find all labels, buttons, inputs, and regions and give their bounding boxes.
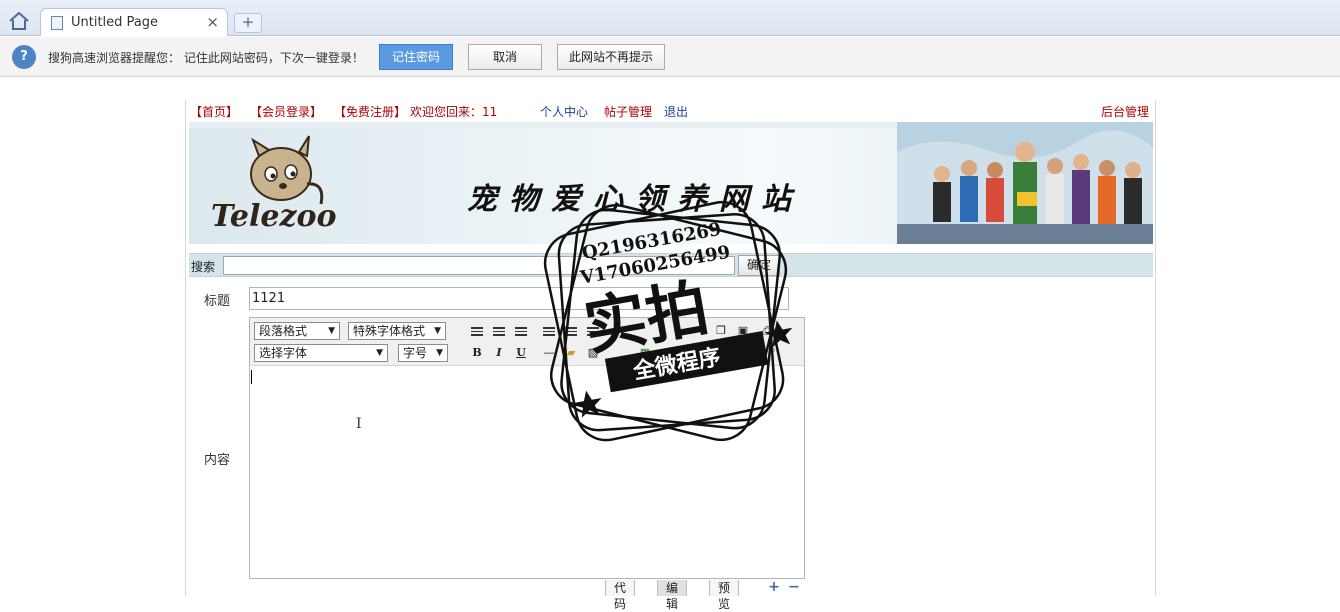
chevron-down-icon: ▼ (328, 326, 335, 336)
nav-login-link[interactable]: 【会员登录】 (250, 103, 322, 120)
help-icon[interactable]: ? (764, 344, 782, 362)
cancel-button[interactable]: 取消 (468, 44, 542, 70)
nav-profile-link[interactable]: 个人中心 (540, 103, 588, 120)
media-icon[interactable]: ▬ (716, 344, 734, 362)
horizontal-rule-icon[interactable]: — (540, 344, 558, 362)
link-icon[interactable]: ◉ (684, 344, 702, 362)
edit-mode-tab[interactable]: 编辑 (657, 580, 688, 611)
editor-content-area[interactable] (250, 367, 804, 578)
title-input[interactable]: 1121 (249, 287, 789, 310)
tab-title: Untitled Page (71, 15, 159, 30)
new-tab-button[interactable]: + (234, 13, 262, 33)
nav-logout-link[interactable]: 退出 (664, 103, 688, 120)
remember-password-button[interactable]: 记住密码 (379, 44, 453, 70)
code-mode-tab[interactable]: 代码 (605, 580, 636, 611)
special-font-select[interactable]: 特殊字体格式 ▼ (348, 322, 446, 340)
text-cursor-icon: I (356, 416, 362, 432)
font-size-value: 字号 (403, 346, 428, 360)
chevron-down-icon: ▼ (434, 326, 441, 336)
rich-text-editor: 段落格式 ▼ 特殊字体格式 ▼ 选择字体 ▼ 字号 ▼ ✂ ❐ ▣ ⎙ B I U (249, 317, 805, 579)
chevron-down-icon: ▼ (436, 348, 443, 358)
search-bar: 搜索 确定 (189, 253, 1153, 277)
paragraph-format-select[interactable]: 段落格式 ▼ (254, 322, 340, 340)
bullet-list-icon[interactable] (540, 322, 558, 340)
font-family-select[interactable]: 选择字体 ▼ (254, 344, 388, 362)
cut-icon[interactable]: ✂ (690, 322, 708, 340)
copy-icon[interactable]: ❐ (712, 322, 730, 340)
nav-home-link[interactable]: 【首页】 (190, 103, 238, 120)
page-icon (51, 16, 63, 30)
zoom-out-icon[interactable]: − (787, 580, 801, 595)
underline-button[interactable]: U (512, 344, 530, 362)
home-icon[interactable] (8, 11, 30, 31)
search-input[interactable] (223, 256, 735, 275)
site-banner: Telezoo 宠物爱心领养网站 (189, 122, 1153, 244)
font-size-select[interactable]: 字号 ▼ (398, 344, 448, 362)
search-submit-button[interactable]: 确定 (738, 255, 780, 276)
outdent-icon[interactable] (584, 322, 602, 340)
nav-admin-link[interactable]: 后台管理 (1101, 103, 1149, 120)
font-family-value: 选择字体 (259, 346, 308, 360)
page-content: 【首页】 【会员登录】 【免费注册】 欢迎您回来：11 个人中心 帖子管理 退出… (185, 100, 1156, 611)
preview-mode-tab[interactable]: 预览 (709, 580, 740, 611)
align-right-icon[interactable] (512, 322, 530, 340)
top-navigation: 【首页】 【会员登录】 【免费注册】 欢迎您回来：11 个人中心 帖子管理 退出… (190, 103, 1152, 119)
telezoo-logo: Telezoo (211, 135, 337, 234)
close-icon[interactable]: × (206, 13, 219, 31)
browser-tab[interactable]: Untitled Page × (40, 8, 228, 36)
align-center-icon[interactable] (490, 322, 508, 340)
table-icon[interactable]: ▦ (636, 344, 654, 362)
print-icon[interactable]: ⎙ (758, 322, 776, 340)
paragraph-format-value: 段落格式 (259, 324, 308, 338)
bold-button[interactable]: B (468, 344, 486, 362)
title-label: 标题 (204, 294, 231, 309)
chevron-down-icon: ▼ (376, 348, 383, 358)
search-label: 搜索 (191, 260, 216, 274)
numbered-list-icon[interactable] (562, 322, 580, 340)
paste-icon[interactable]: ▣ (734, 322, 752, 340)
key-icon: ? (12, 45, 36, 69)
nav-register-link[interactable]: 【免费注册】 (334, 103, 406, 120)
text-caret (251, 370, 252, 384)
italic-button[interactable]: I (490, 344, 508, 362)
browser-tab-bar: Untitled Page × + (0, 0, 1340, 36)
special-font-value: 特殊字体格式 (353, 324, 426, 338)
flash-icon[interactable]: ▭ (660, 344, 678, 362)
never-prompt-button[interactable]: 此网站不再提示 (557, 44, 665, 70)
logo-text: Telezoo (211, 199, 337, 234)
folder-icon[interactable]: ▰ (562, 344, 580, 362)
banner-people-image (897, 122, 1153, 244)
content-label: 内容 (204, 453, 231, 468)
editor-toolbar: 段落格式 ▼ 特殊字体格式 ▼ 选择字体 ▼ 字号 ▼ ✂ ❐ ▣ ⎙ B I U (250, 318, 804, 366)
password-notification-bar: ? 搜狗高速浏览器提醒您： 记住此网站密码，下次一键登录！ 记住密码 取消 此网… (0, 37, 1340, 77)
align-left-icon[interactable] (468, 322, 486, 340)
welcome-text: 欢迎您回来：11 (410, 105, 498, 119)
site-title: 宠物爱心领养网站 (467, 182, 803, 217)
nav-posts-link[interactable]: 帖子管理 (604, 103, 652, 120)
notification-text: 搜狗高速浏览器提醒您： 记住此网站密码，下次一键登录！ (48, 51, 364, 65)
zoom-in-icon[interactable]: + (767, 580, 781, 595)
image-icon[interactable]: ▧ (584, 344, 602, 362)
